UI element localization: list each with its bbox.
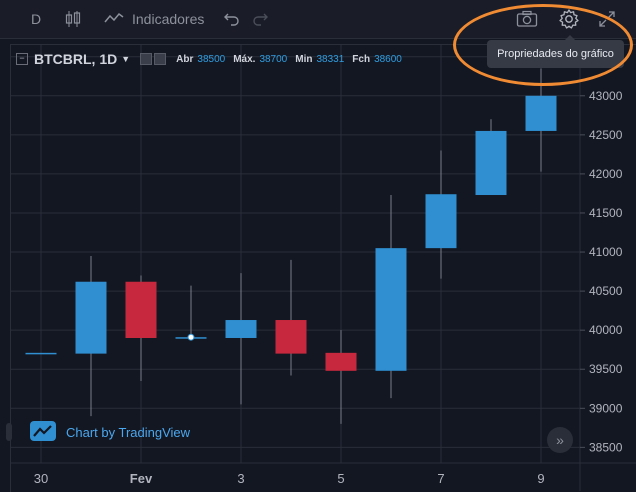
tradingview-logo-icon	[30, 421, 56, 444]
candle-body	[325, 352, 357, 371]
symbol-dropdown-caret-icon[interactable]: ▼	[121, 54, 130, 64]
candles	[25, 68, 557, 424]
candle-body	[475, 130, 507, 196]
high-value: 38700	[259, 53, 288, 65]
scroll-to-realtime-button[interactable]: »	[547, 427, 573, 453]
y-tick-label: 42000	[589, 167, 623, 181]
candle-body	[25, 352, 57, 355]
y-tick-label: 38500	[589, 440, 623, 454]
time-axis: 30 Fev 3 5 7 9	[34, 471, 545, 486]
hover-marker	[187, 333, 195, 341]
price-axis: 38500 39000 39500 40000 40500 41000 41500 42000…	[580, 50, 623, 454]
close-value: 38600	[374, 53, 402, 65]
x-tick-label: 30	[34, 471, 48, 486]
candle-body	[375, 248, 407, 371]
series-settings-icon[interactable]	[154, 53, 167, 65]
watermark-text: Chart by TradingView	[66, 425, 191, 440]
series-legend: − BTCBRL, 1D ▼ Abr 38500 Máx. 38700 Min …	[16, 50, 402, 68]
candle-body	[75, 281, 107, 354]
low-value: 38331	[316, 53, 345, 65]
left-scroll-handle[interactable]	[6, 423, 12, 441]
collapse-legend-button[interactable]: −	[16, 53, 28, 65]
y-tick-label: 40500	[589, 284, 623, 298]
y-tick-label: 39500	[589, 362, 623, 376]
candle-body	[125, 281, 157, 338]
chart-grid	[10, 45, 580, 463]
candle-body	[275, 320, 307, 354]
y-tick-label: 41000	[589, 245, 623, 259]
y-tick-label: 40000	[589, 323, 623, 337]
x-tick-label: 5	[337, 471, 344, 486]
chart-properties-tooltip: Propriedades do gráfico	[487, 35, 624, 68]
open-label: Abr	[176, 53, 194, 65]
high-label: Máx.	[233, 53, 256, 65]
low-label: Min	[295, 53, 313, 65]
candlestick-chart[interactable]: 38500 39000 39500 40000 40500 41000 41500 42000…	[0, 0, 636, 491]
candle-body	[425, 194, 457, 249]
y-tick-label: 43000	[589, 89, 623, 103]
candle-body	[225, 320, 257, 338]
tooltip-text: Propriedades do gráfico	[497, 48, 614, 60]
y-tick-label: 41500	[589, 206, 623, 220]
x-tick-label: 3	[237, 471, 244, 486]
tradingview-watermark[interactable]: Chart by TradingView	[30, 421, 190, 444]
x-tick-label: 9	[537, 471, 544, 486]
x-tick-label: 7	[437, 471, 444, 486]
open-value: 38500	[197, 53, 226, 65]
close-label: Fch	[352, 53, 371, 65]
y-tick-label: 39000	[589, 401, 623, 415]
symbol-label[interactable]: BTCBRL, 1D	[34, 51, 117, 67]
hide-series-icon[interactable]	[140, 53, 153, 65]
x-tick-label: Fev	[130, 471, 153, 486]
candle-body	[525, 95, 557, 131]
y-tick-label: 42500	[589, 128, 623, 142]
